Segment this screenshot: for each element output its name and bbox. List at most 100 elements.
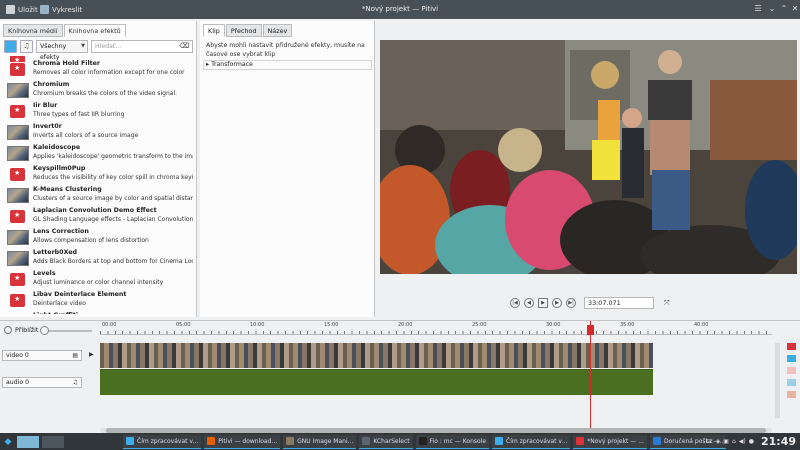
effect-description: Deinterlace video: [33, 300, 86, 307]
taskbar-task[interactable]: Čím zpracovávat v...: [123, 434, 202, 449]
keyframe-icon[interactable]: [787, 391, 796, 398]
task-app-icon: [362, 437, 371, 445]
taskbar-task[interactable]: Pitivi — download...: [204, 434, 281, 449]
virtual-desktop-1[interactable]: [17, 435, 39, 448]
film-icon: ▤: [72, 352, 78, 359]
viewer-panel: |◀ ◀ ▶ ▶ ▶| 33:07.071 ⤧: [377, 21, 800, 317]
effect-list-item[interactable]: Levels Adjust luminance or color channel …: [4, 268, 194, 289]
effect-search-input[interactable]: Hledat... ⌫: [91, 40, 193, 53]
playhead-line[interactable]: [590, 321, 591, 429]
window-title: *Nový projekt — Pitivi: [361, 5, 439, 13]
effect-list-item[interactable]: K-Means Clustering Clusters of a source i…: [4, 184, 194, 205]
split-icon[interactable]: [787, 379, 796, 386]
effect-list-item[interactable]: Invert0r Inverts all colors of a source i…: [4, 121, 194, 142]
expand-arrow-icon[interactable]: ▶: [89, 351, 94, 358]
effects-toolbar: ♫ Všechny efekty ▼ Hledat... ⌫: [4, 40, 193, 61]
playback-controls: |◀ ◀ ▶ ▶ ▶| 33:07.071 ⤧: [510, 297, 674, 309]
step-forward-icon[interactable]: ▶: [552, 298, 562, 308]
effect-description: Inverts all colors of a source image: [33, 132, 139, 139]
task-label: Pitivi — download...: [218, 437, 278, 445]
keyboard-layout[interactable]: cz: [706, 438, 712, 445]
tab-effect-library[interactable]: Knihovna efektů: [63, 24, 126, 37]
effect-list-item[interactable]: Laplacian Convolution Demo Effect GL Shad…: [4, 205, 194, 226]
clear-icon[interactable]: ⌫: [179, 41, 189, 52]
effect-thumbnail-icon: [7, 251, 29, 266]
timeline-vertical-scrollbar[interactable]: [775, 343, 780, 418]
ruler-tick-label: 15:00: [324, 322, 339, 328]
effect-name: Kaleidoscope: [33, 144, 81, 151]
layer-icon[interactable]: [787, 355, 796, 362]
effect-list-item[interactable]: Chromium Chromium breaks the colors of th…: [4, 79, 194, 100]
notifications-icon[interactable]: ●: [749, 438, 754, 445]
maximize-icon[interactable]: ⌃: [779, 4, 789, 14]
effect-category-select[interactable]: Všechny efekty ▼: [36, 40, 88, 61]
minimize-icon[interactable]: ⌄: [767, 4, 777, 14]
shield-icon[interactable]: ◈: [716, 438, 721, 445]
video-track-header[interactable]: video 0 ▤: [2, 350, 82, 361]
effect-name: Invert0r: [33, 123, 62, 130]
fullscreen-icon[interactable]: ⤧: [664, 298, 674, 308]
taskbar-task[interactable]: Čím zpracovávat v...: [492, 434, 571, 449]
add-layer-icon[interactable]: [787, 343, 796, 350]
transformation-expander[interactable]: ▸ Transformace: [203, 60, 372, 70]
video-track-label: video 0: [6, 352, 29, 359]
audio-effects-toggle-icon[interactable]: ♫: [20, 40, 33, 53]
audio-track-header[interactable]: audio 0 ♫: [2, 377, 82, 388]
title-bar: Uložit Vykreslit *Nový projekt — Pitivi …: [0, 0, 800, 19]
taskbar-task[interactable]: GNU Image Mani...: [283, 434, 357, 449]
clip-hint-message: Abyste mohli nastavit přidružené efekty,…: [206, 42, 365, 58]
effect-description: Chromium breaks the colors of the video …: [33, 90, 178, 97]
clock[interactable]: 21:49: [761, 435, 796, 448]
timeline-ruler[interactable]: 00:00 05:00 10:00 15:00 20:00 25:00 30:00 35:00…: [100, 321, 772, 335]
task-label: GNU Image Mani...: [297, 437, 354, 445]
effect-description: Three types of fast IIR blurring: [33, 111, 125, 118]
zoom-slider-handle[interactable]: [40, 326, 49, 335]
clipboard-icon[interactable]: ▣: [723, 438, 729, 445]
effect-list-item[interactable]: Kaleidoscope Applies 'kaleidoscope' geome…: [4, 142, 194, 163]
tab-media-library[interactable]: Knihovna médií: [3, 24, 63, 37]
effect-list-item[interactable]: Lens Correction Allows compensation of le…: [4, 226, 194, 247]
go-to-end-icon[interactable]: ▶|: [566, 298, 576, 308]
play-pause-icon[interactable]: ▶: [538, 298, 548, 308]
effect-name: K-Means Clustering: [33, 186, 102, 193]
tab-clip[interactable]: Klip: [203, 24, 225, 37]
close-icon[interactable]: ✕: [790, 4, 800, 14]
menu-icon[interactable]: ☰: [753, 4, 763, 14]
timeline-panel: Přiblížit 00:00 05:00 10:00 15:00 20:00 25:00…: [0, 320, 800, 433]
video-clip[interactable]: [100, 343, 653, 368]
task-label: *Nový projekt — ...: [587, 437, 644, 445]
search-placeholder: Hledat...: [95, 43, 122, 50]
delete-icon[interactable]: [787, 367, 796, 374]
network-icon[interactable]: ⌂: [732, 438, 736, 445]
tab-transition[interactable]: Přechod: [225, 24, 262, 37]
library-tabs: Knihovna médií Knihovna efektů: [3, 24, 127, 37]
effect-thumbnail-icon: [7, 146, 29, 161]
effect-list-item[interactable]: Keyspillm0Pup Reduces the visibility of k…: [4, 163, 194, 184]
audio-clip[interactable]: [100, 369, 653, 395]
effect-list-item[interactable]: Letterb0Xed Adds Black Borders at top and…: [4, 247, 194, 268]
effect-list-item[interactable]: Iir Blur Three types of fast IIR blurring: [4, 100, 194, 121]
timecode-field[interactable]: 33:07.071: [584, 297, 654, 309]
effect-list-item[interactable]: Chroma Hold Filter Removes all color info…: [4, 58, 194, 79]
effect-name: Chroma Hold Filter: [33, 60, 100, 67]
effect-description: Allows compensation of lens distortion: [33, 237, 149, 244]
effect-thumbnail-icon: [7, 104, 29, 119]
effect-list-item[interactable]: Libav Deinterlace Element Deinterlace vid…: [4, 289, 194, 310]
app-launcher-icon[interactable]: ◆: [2, 436, 14, 448]
virtual-desktop-2[interactable]: [42, 435, 64, 448]
volume-icon[interactable]: ◀): [739, 438, 746, 445]
video-frame-image: [380, 40, 797, 274]
tab-title[interactable]: Název: [262, 24, 293, 37]
taskbar-task[interactable]: Fio : mc — Konsole: [415, 434, 490, 449]
timeline-side-tools: [775, 343, 797, 423]
chevron-down-icon: ▼: [81, 43, 85, 49]
effect-name: Levels: [33, 270, 56, 277]
audio-track-label: audio 0: [6, 379, 30, 386]
effect-description: Adjust luminance or color channel intens…: [33, 279, 164, 286]
go-to-start-icon[interactable]: |◀: [510, 298, 520, 308]
effect-list-item[interactable]: Light Graffiti: [4, 310, 194, 314]
step-back-icon[interactable]: ◀: [524, 298, 534, 308]
taskbar-task[interactable]: *Nový projekt — ...: [573, 434, 647, 449]
taskbar-task[interactable]: KCharSelect: [359, 434, 413, 449]
video-effects-toggle-icon[interactable]: [4, 40, 17, 53]
